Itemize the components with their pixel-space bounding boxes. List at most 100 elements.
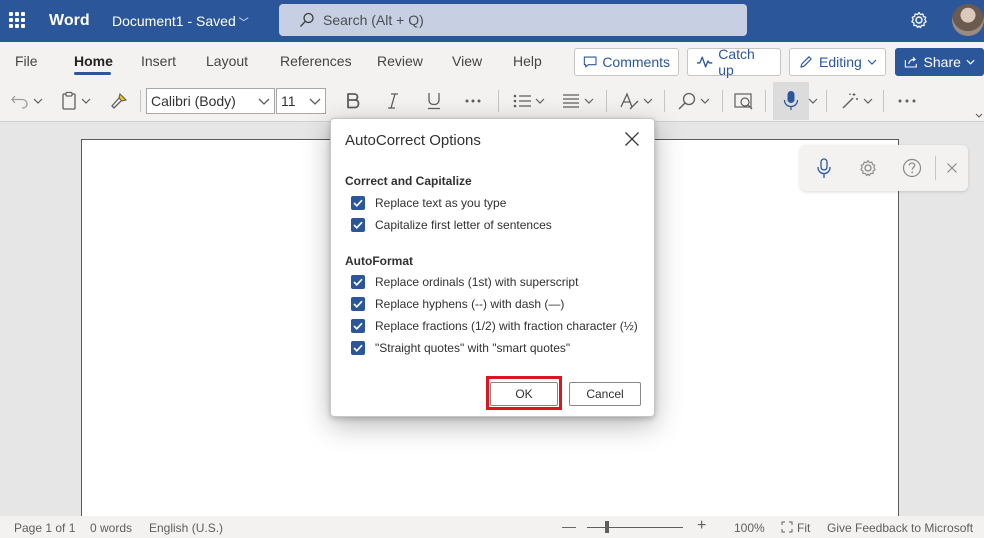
find-icon [678, 92, 696, 110]
tab-help[interactable]: Help [513, 53, 542, 69]
format-painter-icon [111, 92, 128, 109]
checkbox-checked-icon[interactable] [351, 341, 365, 355]
toolbar-separator [664, 90, 665, 112]
option-hyphens[interactable]: Replace hyphens (--) with dash (—) [351, 296, 564, 312]
language-indicator[interactable]: English (U.S.) [149, 521, 223, 535]
microphone-icon[interactable] [817, 158, 831, 180]
toolbar-separator [765, 90, 766, 112]
zoom-in-button[interactable]: + [697, 517, 706, 535]
undo-button[interactable] [10, 89, 43, 113]
option-label: Capitalize first letter of sentences [375, 218, 552, 232]
italic-button[interactable] [386, 89, 400, 113]
ribbon-toolbar: Calibri (Body) 11 [0, 80, 984, 122]
tab-file[interactable]: File [15, 53, 38, 69]
designer-icon [842, 93, 858, 109]
search-input[interactable] [323, 10, 723, 30]
waffle-icon[interactable] [9, 12, 25, 28]
catch-up-button[interactable]: Catch up [687, 46, 781, 78]
tab-references[interactable]: References [280, 53, 352, 69]
chevron-down-icon [33, 98, 43, 104]
tab-view[interactable]: View [452, 53, 482, 69]
comments-label: Comments [602, 54, 670, 70]
option-capitalize-first[interactable]: Capitalize first letter of sentences [351, 217, 552, 233]
bullets-button[interactable] [512, 89, 545, 113]
font-name-select[interactable]: Calibri (Body) [146, 88, 275, 114]
align-button[interactable] [561, 89, 594, 113]
share-icon [904, 56, 917, 68]
format-painter-button[interactable] [109, 89, 129, 113]
option-fractions[interactable]: Replace fractions (1/2) with fraction ch… [351, 318, 638, 334]
zoom-slider-track[interactable] [587, 527, 683, 528]
tab-layout[interactable]: Layout [206, 53, 248, 69]
font-size-value: 11 [281, 93, 296, 109]
document-name-text: Document1 - Saved [112, 13, 236, 29]
chevron-down-icon [867, 59, 877, 65]
checkbox-checked-icon[interactable] [351, 297, 365, 311]
toolbar-separator [883, 90, 884, 112]
settings-icon[interactable] [909, 10, 929, 30]
settings-icon[interactable] [858, 158, 878, 178]
tab-review[interactable]: Review [377, 53, 423, 69]
option-ordinals[interactable]: Replace ordinals (1st) with superscript [351, 274, 578, 290]
designer-button[interactable] [840, 89, 873, 113]
chevron-down-icon [584, 98, 594, 104]
option-label: "Straight quotes" with "smart quotes" [375, 341, 571, 355]
catch-up-label: Catch up [718, 46, 755, 78]
cancel-button[interactable]: Cancel [569, 382, 641, 406]
toolbar-separator [498, 90, 499, 112]
toolbar-separator [140, 90, 141, 112]
checkbox-checked-icon[interactable] [351, 319, 365, 333]
bold-button[interactable] [345, 89, 361, 113]
more-icon [898, 99, 916, 103]
tab-home[interactable]: Home [74, 53, 113, 69]
checkbox-checked-icon[interactable] [351, 196, 365, 210]
checkbox-checked-icon[interactable] [351, 218, 365, 232]
font-name-value: Calibri (Body) [151, 93, 236, 109]
document-name[interactable]: Document1 - Saved ﹀ [112, 13, 249, 29]
more-font-options-button[interactable] [464, 89, 482, 113]
share-label: Share [923, 54, 961, 70]
close-icon[interactable] [623, 130, 641, 148]
zoom-out-button[interactable]: — [562, 518, 576, 534]
active-tab-indicator [74, 72, 111, 75]
chevron-down-icon: ﹀ [238, 18, 249, 29]
microphone-icon [783, 91, 799, 110]
option-smart-quotes[interactable]: "Straight quotes" with "smart quotes" [351, 340, 570, 356]
editing-mode-button[interactable]: Editing [789, 48, 886, 76]
help-icon[interactable] [902, 158, 922, 178]
dialog-title: AutoCorrect Options [345, 132, 481, 149]
status-bar: Page 1 of 1 0 words English (U.S.) — + 1… [0, 516, 984, 538]
more-icon [465, 99, 481, 103]
font-size-select[interactable]: 11 [276, 88, 326, 114]
search-box[interactable] [279, 4, 747, 36]
avatar[interactable] [952, 4, 984, 36]
close-icon[interactable] [946, 162, 958, 174]
option-replace-text[interactable]: Replace text as you type [351, 195, 506, 211]
toolbar-separator [606, 90, 607, 112]
option-label: Replace hyphens (--) with dash (—) [375, 297, 565, 311]
chevron-down-icon [975, 113, 983, 118]
chevron-down-icon [309, 98, 321, 105]
checkbox-checked-icon[interactable] [351, 275, 365, 289]
feedback-link[interactable]: Give Feedback to Microsoft [827, 521, 973, 535]
zoom-level[interactable]: 100% [734, 521, 765, 535]
paste-button[interactable] [60, 89, 91, 113]
more-options-button[interactable] [897, 89, 917, 113]
fit-button[interactable]: Fit [797, 521, 810, 535]
bullets-icon [513, 94, 531, 108]
section-heading-correct: Correct and Capitalize [345, 174, 472, 188]
tab-insert[interactable]: Insert [141, 53, 176, 69]
app-name[interactable]: Word [49, 12, 90, 30]
option-label: Replace text as you type [375, 196, 507, 210]
dictate-button[interactable] [783, 89, 799, 113]
reuse-files-button[interactable] [733, 89, 755, 113]
styles-button[interactable] [618, 89, 653, 113]
comments-button[interactable]: Comments [574, 48, 679, 76]
paste-icon [62, 91, 76, 110]
dictate-options-button[interactable] [808, 89, 818, 113]
zoom-slider-thumb[interactable] [605, 521, 609, 533]
underline-button[interactable] [426, 89, 442, 113]
share-button[interactable]: Share [895, 48, 984, 76]
find-button[interactable] [677, 89, 710, 113]
word-count[interactable]: 0 words [90, 521, 132, 535]
